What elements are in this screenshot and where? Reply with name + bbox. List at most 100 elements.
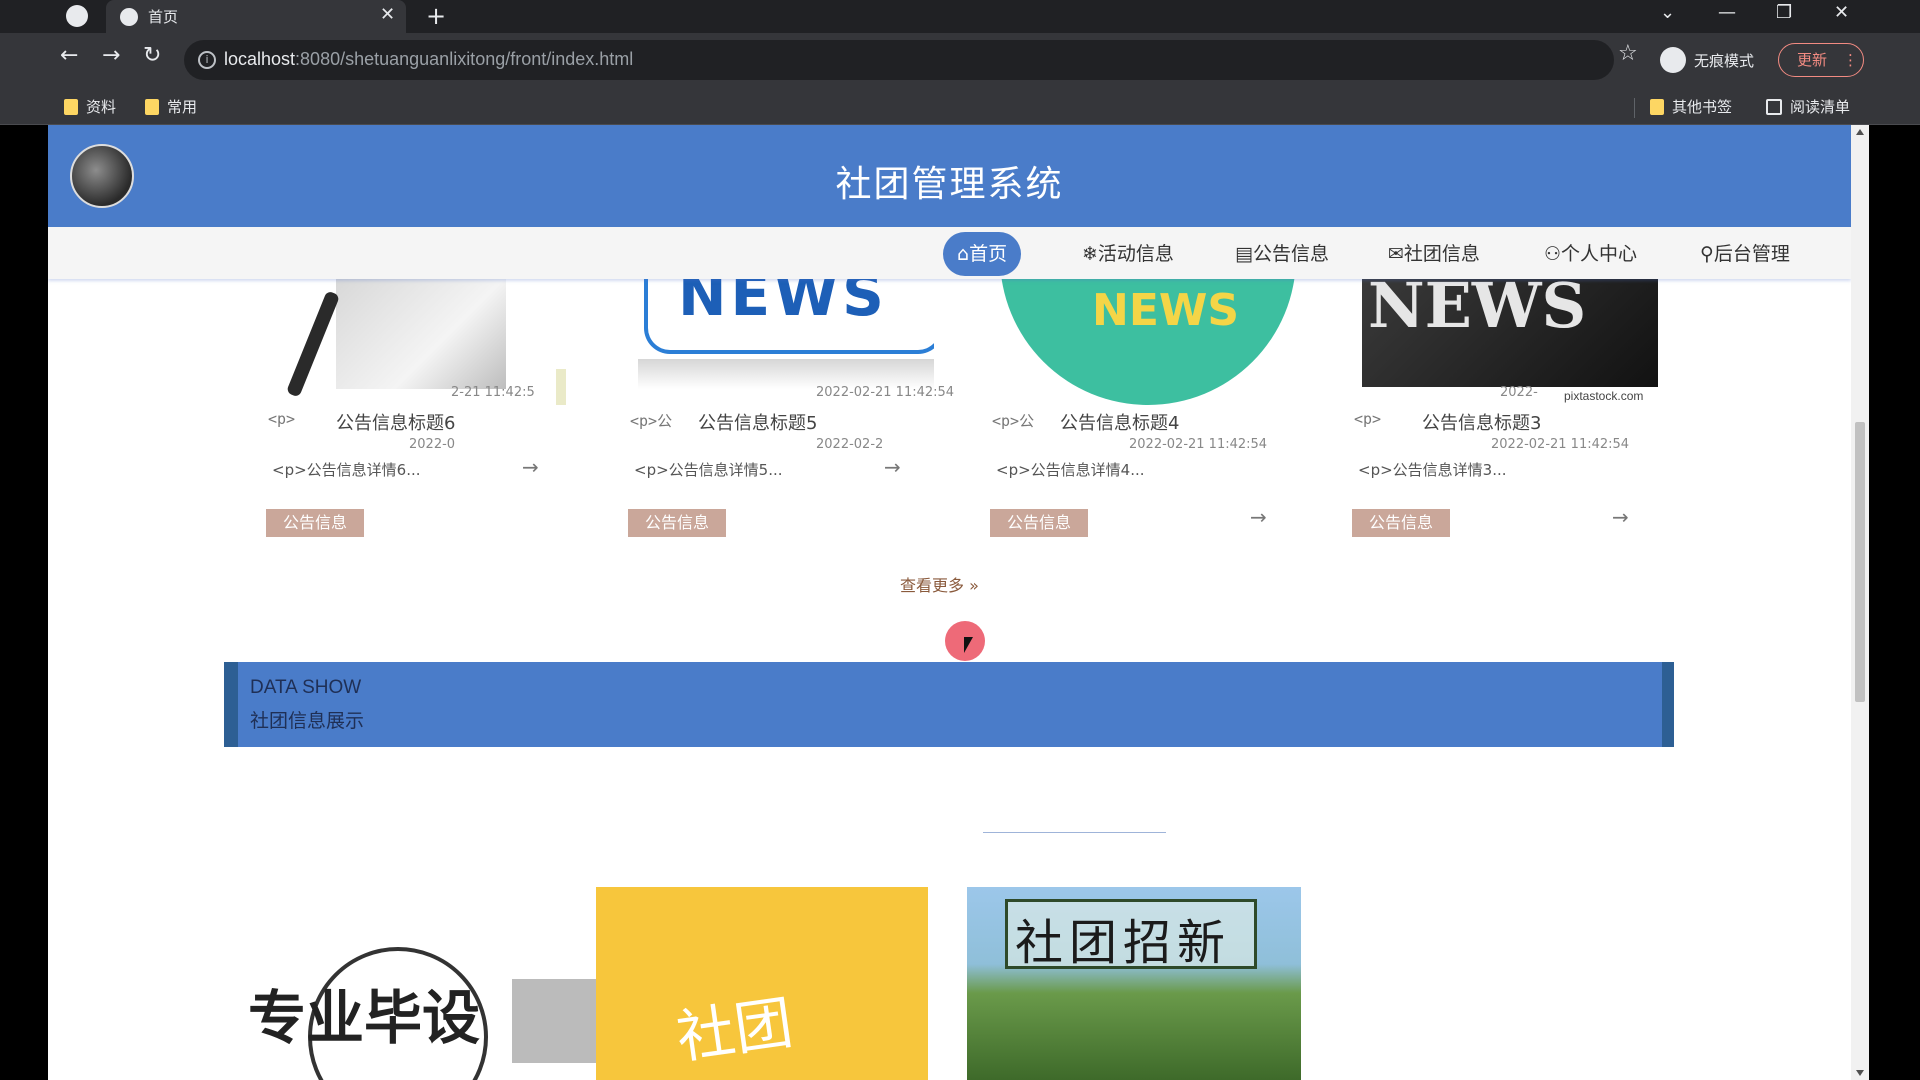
club-image-text: 社团: [672, 988, 797, 1072]
browser-tab-search-icon[interactable]: [66, 5, 88, 27]
mail-icon: ✉: [1388, 243, 1404, 265]
other-bookmarks[interactable]: 其他书签: [1650, 96, 1732, 117]
arrow-right-icon[interactable]: →: [884, 455, 901, 479]
notice-detail: <p>公告信息详情4...: [996, 461, 1145, 479]
back-arrow-icon[interactable]: ←: [60, 43, 78, 68]
main-menu: ⌂首页 ❄活动信息 ▤公告信息 ✉社团信息 ⚇个人中心 ⚲后台管理: [48, 227, 1851, 279]
arrow-right-icon[interactable]: →: [522, 455, 539, 479]
scroll-down-arrow-icon[interactable]: [1856, 1070, 1864, 1076]
menu-item-notices[interactable]: ▤公告信息: [1235, 232, 1329, 276]
notice-date: 2022-02-21 11:42:54: [1129, 437, 1268, 452]
incognito-label: 无痕模式: [1694, 51, 1755, 70]
notice-card[interactable]: NEWS <p>公 公告信息标题4 2022-02-21 11:42:54 <p…: [990, 279, 1296, 549]
arrow-right-icon[interactable]: →: [1612, 505, 1629, 529]
notice-image: NEWS: [1000, 279, 1296, 405]
reading-list-icon: [1766, 98, 1782, 115]
notice-title[interactable]: 公告信息标题6: [336, 409, 455, 435]
tab-search-chevron-icon[interactable]: ⌄: [1660, 2, 1675, 23]
watermark-text: pixtastock.com: [1564, 389, 1644, 403]
site-info-icon[interactable]: i: [198, 51, 216, 69]
view-more-link[interactable]: 查看更多 »: [900, 572, 979, 596]
notice-card[interactable]: 2-21 11:42:5 <p> 公告信息标题6 2022-0 <p>公告信息详…: [266, 279, 572, 549]
notice-tag[interactable]: 公告信息: [266, 509, 364, 537]
home-icon: ⌂: [957, 243, 970, 265]
notice-snippet: <p>公: [630, 412, 673, 430]
menu-item-admin[interactable]: ⚲后台管理: [1700, 232, 1790, 276]
folder-icon: [64, 98, 78, 115]
menu-item-profile[interactable]: ⚇个人中心: [1544, 232, 1637, 276]
browser-tab[interactable]: 首页 ✕: [106, 0, 406, 33]
news-image-text: NEWS: [1092, 285, 1240, 336]
banner-title-en: DATA SHOW: [250, 677, 362, 698]
page-scrollbar[interactable]: [1851, 125, 1869, 1080]
notice-date: 2-21 11:42:5: [451, 385, 535, 400]
bookmark-star-icon[interactable]: ☆: [1618, 41, 1638, 66]
address-bar[interactable]: i localhost:8080/shetuanguanlixitong/fro…: [184, 40, 1614, 80]
browser-toolbar: ← → ↻ i localhost:8080/shetuanguanlixito…: [0, 33, 1920, 88]
notice-card[interactable]: NEWS 2022-02-21 11:42:54 <p>公 公告信息标题5 20…: [628, 279, 954, 549]
notice-date: 2022-02-2: [816, 437, 884, 452]
notice-date: 2022-02-21 11:42:54: [1491, 437, 1630, 452]
bookmark-divider: [1634, 98, 1635, 118]
notice-detail: <p>公告信息详情5...: [634, 461, 783, 479]
menu-item-activities[interactable]: ❄活动信息: [1082, 232, 1174, 276]
notice-snippet: <p>: [268, 410, 296, 428]
club-image-text: 专业毕设: [248, 984, 481, 1052]
window-close-icon[interactable]: ✕: [1834, 2, 1849, 23]
scroll-up-arrow-icon[interactable]: [1856, 129, 1864, 135]
forward-arrow-icon[interactable]: →: [102, 43, 120, 68]
mouse-cursor-icon: [964, 637, 973, 653]
incognito-icon: [1660, 47, 1686, 73]
notice-date: 2022-: [1500, 385, 1538, 400]
page-viewport: 社团管理系统 ⌂首页 ❄活动信息 ▤公告信息 ✉社团信息 ⚇个人中心 ⚲后台管理…: [48, 125, 1851, 1080]
scroll-thumb[interactable]: [1855, 422, 1865, 702]
notice-detail: <p>公告信息详情3...: [1358, 461, 1507, 479]
link-icon: ⚲: [1700, 243, 1714, 265]
notice-icon: ▤: [1235, 243, 1253, 265]
url-text[interactable]: localhost:8080/shetuanguanlixitong/front…: [224, 49, 633, 70]
club-image[interactable]: 社团: [596, 887, 928, 1080]
menu-item-home[interactable]: ⌂首页: [943, 232, 1022, 276]
user-icon: ⚇: [1544, 243, 1562, 265]
bookmark-folder-changyong[interactable]: 常用: [145, 96, 197, 117]
news-image-text: NEWS: [1368, 279, 1587, 342]
globe-icon: [120, 8, 138, 26]
new-tab-button[interactable]: +: [426, 2, 446, 30]
club-image[interactable]: 社团招新: [967, 887, 1301, 1080]
notice-detail: <p>公告信息详情6...: [272, 461, 421, 479]
double-chevron-icon: »: [969, 576, 979, 595]
section-divider: [983, 832, 1166, 833]
notice-title[interactable]: 公告信息标题3: [1422, 409, 1541, 435]
club-image-text: 社团招新: [1015, 915, 1232, 971]
snowflake-icon: ❄: [1082, 243, 1098, 265]
more-vert-icon: ⋮: [1843, 51, 1858, 69]
tab-title: 首页: [148, 8, 179, 26]
site-title: 社团管理系统: [835, 164, 1064, 205]
notice-card[interactable]: NEWS pixtastock.com 2022- <p> 公告信息标题3 20…: [1352, 279, 1658, 549]
update-button[interactable]: 更新 ⋮: [1778, 43, 1864, 77]
minimize-icon[interactable]: —: [1718, 2, 1736, 23]
reload-icon[interactable]: ↻: [143, 43, 161, 68]
notice-date: 2022-0: [409, 437, 456, 452]
restore-icon[interactable]: ❐: [1776, 2, 1792, 23]
browser-tab-bar: 首页 ✕ + ⌄ — ❐ ✕: [0, 0, 1920, 33]
notice-title[interactable]: 公告信息标题4: [1060, 409, 1179, 435]
tab-close-icon[interactable]: ✕: [380, 4, 395, 25]
news-image-text: NEWS: [678, 279, 888, 329]
notice-snippet: <p>公: [992, 412, 1035, 430]
incognito-indicator[interactable]: 无痕模式: [1660, 41, 1754, 79]
notice-date: 2022-02-21 11:42:54: [816, 385, 955, 400]
notice-tag[interactable]: 公告信息: [990, 509, 1088, 537]
reading-list[interactable]: 阅读清单: [1766, 96, 1850, 117]
notice-tag[interactable]: 公告信息: [628, 509, 726, 537]
arrow-right-icon[interactable]: →: [1250, 505, 1267, 529]
banner-title-cn: 社团信息展示: [250, 710, 365, 732]
notice-tag[interactable]: 公告信息: [1352, 509, 1450, 537]
menu-item-clubs[interactable]: ✉社团信息: [1388, 232, 1480, 276]
bookmarks-bar: 资料 常用 其他书签 阅读清单: [0, 88, 1920, 125]
folder-icon: [1650, 98, 1664, 115]
bookmark-folder-ziliao[interactable]: 资料: [64, 96, 116, 117]
data-show-banner: DATA SHOW 社团信息展示: [224, 662, 1674, 747]
notice-snippet: <p>: [1354, 410, 1382, 428]
notice-title[interactable]: 公告信息标题5: [698, 409, 817, 435]
